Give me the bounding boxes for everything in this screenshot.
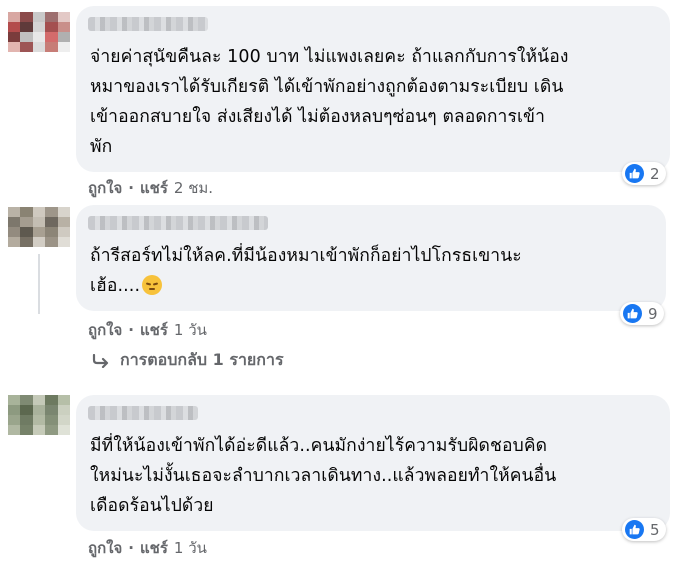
timestamp[interactable]: 1 วัน	[174, 318, 207, 342]
avatar[interactable]	[8, 207, 70, 247]
pensive-face-emoji	[142, 275, 163, 295]
reaction-summary[interactable]: 9	[620, 302, 664, 325]
reply-arrow-icon	[92, 353, 110, 368]
comment-bubble: จ่ายค่าสุนัขคืนละ 100 บาท ไม่แพงเลยคะ ถ้…	[76, 6, 670, 172]
reaction-count: 9	[648, 304, 658, 323]
share-link[interactable]: แชร์	[140, 536, 168, 560]
comment-actions: ถูกใจ · แชร์ 1 วัน	[88, 536, 207, 560]
like-link[interactable]: ถูกใจ	[88, 176, 122, 200]
like-thumb-icon	[625, 520, 644, 539]
comment-bubble: มีที่ให้น้องเข้าพักได้อ่ะดีแล้ว..คนมักง่…	[76, 395, 670, 531]
share-link[interactable]: แชร์	[140, 176, 168, 200]
reaction-count: 2	[650, 164, 660, 183]
like-thumb-icon	[623, 304, 642, 323]
like-link[interactable]: ถูกใจ	[88, 318, 122, 342]
comment-actions: ถูกใจ · แชร์ 1 วัน	[88, 318, 207, 342]
comment-actions: ถูกใจ · แชร์ 2 ชม.	[88, 176, 213, 200]
share-link[interactable]: แชร์	[140, 318, 168, 342]
thread-line	[38, 254, 40, 314]
comment-text: มีที่ให้น้องเข้าพักได้อ่ะดีแล้ว..คนมักง่…	[90, 436, 557, 516]
comment-text: ถ้ารีสอร์ทไม่ให้ลค.ที่มีน้องหมาเข้าพักก็…	[90, 246, 522, 296]
separator-dot: ·	[128, 321, 134, 339]
reaction-summary[interactable]: 5	[622, 518, 666, 541]
avatar[interactable]	[8, 12, 70, 52]
view-replies-link[interactable]: การตอบกลับ 1 รายการ	[92, 348, 284, 373]
avatar[interactable]	[8, 395, 70, 435]
comment-text: จ่ายค่าสุนัขคืนละ 100 บาท ไม่แพงเลยคะ ถ้…	[90, 47, 569, 157]
separator-dot: ·	[128, 179, 134, 197]
reaction-summary[interactable]: 2	[622, 162, 666, 185]
timestamp[interactable]: 2 ชม.	[174, 176, 213, 200]
comment-bubble: ถ้ารีสอร์ทไม่ให้ลค.ที่มีน้องหมาเข้าพักก็…	[76, 205, 666, 311]
view-replies-label: การตอบกลับ 1 รายการ	[120, 350, 284, 369]
author-name-blurred[interactable]	[88, 216, 268, 230]
like-thumb-icon	[625, 164, 644, 183]
author-name-blurred[interactable]	[88, 17, 208, 31]
like-link[interactable]: ถูกใจ	[88, 536, 122, 560]
separator-dot: ·	[128, 539, 134, 557]
author-name-blurred[interactable]	[88, 406, 198, 420]
timestamp[interactable]: 1 วัน	[174, 536, 207, 560]
reaction-count: 5	[650, 520, 660, 539]
